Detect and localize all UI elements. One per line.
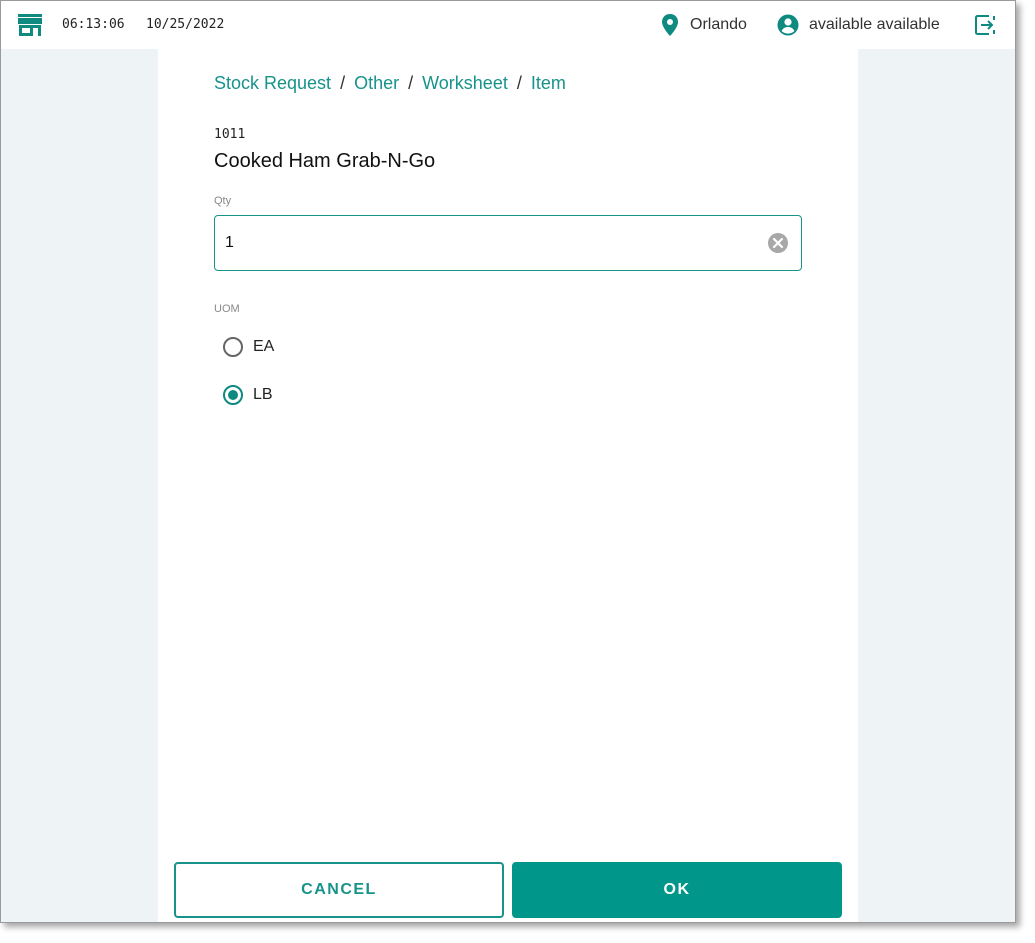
- item-code: 1011: [214, 127, 246, 142]
- clear-circle-icon[interactable]: [768, 233, 788, 253]
- breadcrumb-separator: /: [340, 73, 346, 93]
- ok-button[interactable]: OK: [512, 862, 842, 918]
- item-panel: Stock Request / Other / Worksheet / Item…: [158, 49, 858, 922]
- breadcrumb-separator: /: [408, 73, 414, 93]
- qty-input[interactable]: [225, 216, 755, 270]
- uom-option-label: EA: [253, 338, 275, 355]
- uom-label: UOM: [214, 303, 240, 315]
- breadcrumb-separator: /: [516, 73, 522, 93]
- qty-field: [214, 215, 802, 271]
- account-circle-icon: [777, 14, 799, 36]
- app-window: 06:13:06 10/25/2022 Orlando available av…: [0, 0, 1016, 923]
- radio-checked-icon[interactable]: [222, 384, 244, 406]
- uom-option-ea[interactable]: EA: [222, 336, 274, 358]
- top-bar: 06:13:06 10/25/2022 Orlando available av…: [1, 1, 1015, 49]
- uom-option-label: LB: [253, 386, 273, 403]
- logout-icon[interactable]: [974, 14, 996, 36]
- map-pin-icon: [662, 14, 678, 36]
- storefront-icon: [18, 14, 42, 36]
- radio-unchecked-icon[interactable]: [222, 336, 244, 358]
- current-date: 10/25/2022: [146, 17, 225, 32]
- breadcrumb: Stock Request / Other / Worksheet / Item: [214, 73, 566, 94]
- qty-label: Qty: [214, 195, 232, 207]
- item-name: Cooked Ham Grab-N-Go: [214, 150, 436, 172]
- breadcrumb-other[interactable]: Other: [354, 73, 399, 94]
- clock-time: 06:13:06: [62, 17, 125, 32]
- uom-option-lb[interactable]: LB: [222, 384, 273, 406]
- breadcrumb-stock-request[interactable]: Stock Request: [214, 73, 331, 94]
- breadcrumb-worksheet[interactable]: Worksheet: [422, 73, 508, 94]
- cancel-button[interactable]: CANCEL: [174, 862, 504, 918]
- location-name: Orlando: [690, 16, 747, 33]
- breadcrumb-item[interactable]: Item: [531, 73, 566, 94]
- user-name: available available: [809, 16, 940, 33]
